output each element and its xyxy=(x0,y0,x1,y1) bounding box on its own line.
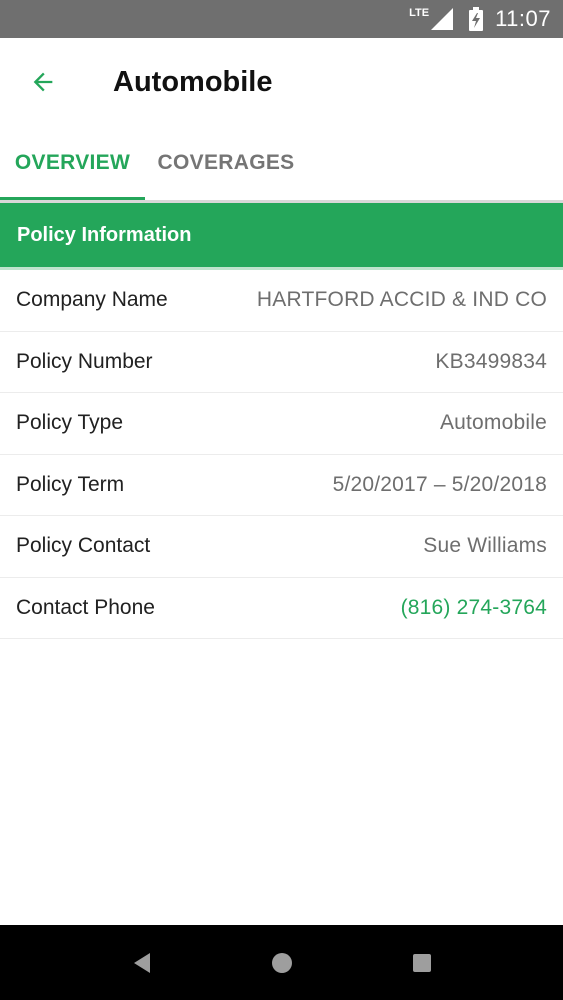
info-label: Contact Phone xyxy=(16,595,155,619)
info-label: Company Name xyxy=(16,288,168,312)
info-value: 5/20/2017 – 5/20/2018 xyxy=(332,472,547,496)
info-row-policy-contact: Policy Contact Sue Williams xyxy=(0,516,563,578)
info-row-policy-term: Policy Term 5/20/2017 – 5/20/2018 xyxy=(0,455,563,516)
info-row-policy-type: Policy Type Automobile xyxy=(0,393,563,455)
contact-phone-link[interactable]: (816) 274-3764 xyxy=(401,596,547,620)
info-label: Policy Number xyxy=(16,349,153,373)
info-label: Policy Contact xyxy=(16,534,151,558)
info-value: Automobile xyxy=(439,411,547,435)
back-button[interactable] xyxy=(15,54,71,110)
tab-bar: OVERVIEW COVERAGES xyxy=(0,126,563,200)
status-bar: LTE 11:07 xyxy=(0,0,563,38)
tab-overview[interactable]: OVERVIEW xyxy=(0,126,145,200)
square-recents-icon xyxy=(412,953,431,972)
app-bar: Automobile xyxy=(0,38,563,126)
battery-charging-icon xyxy=(469,7,484,31)
info-label: Policy Type xyxy=(16,411,123,435)
page-title: Automobile xyxy=(113,65,273,98)
circle-home-icon xyxy=(271,952,292,973)
info-value: KB3499834 xyxy=(435,349,547,373)
arrow-left-icon xyxy=(33,72,53,92)
network-type: LTE xyxy=(409,7,430,19)
signal-icon xyxy=(431,8,454,30)
info-value: Sue Williams xyxy=(423,534,547,558)
status-time: 11:07 xyxy=(495,6,551,31)
system-nav-bar xyxy=(0,925,563,1000)
nav-recents-button[interactable] xyxy=(352,925,492,1000)
info-value: HARTFORD ACCID & IND CO xyxy=(256,288,547,312)
triangle-back-icon xyxy=(133,952,150,973)
nav-back-button[interactable] xyxy=(72,925,212,1000)
tab-coverages[interactable]: COVERAGES xyxy=(145,126,307,200)
policy-info-list: Company Name HARTFORD ACCID & IND CO Pol… xyxy=(0,270,563,639)
info-row-company-name: Company Name HARTFORD ACCID & IND CO xyxy=(0,270,563,332)
info-row-policy-number: Policy Number KB3499834 xyxy=(0,332,563,393)
info-row-contact-phone: Contact Phone (816) 274-3764 xyxy=(0,578,563,639)
section-header: Policy Information xyxy=(0,203,563,267)
info-label: Policy Term xyxy=(16,472,125,496)
nav-home-button[interactable] xyxy=(212,925,352,1000)
